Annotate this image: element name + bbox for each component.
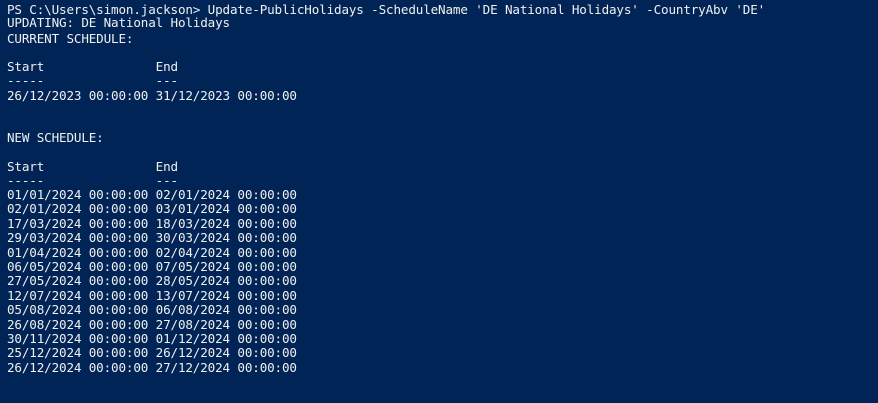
table-row: 26/08/2024 00:00:00 27/08/2024 00:00:00 xyxy=(7,316,297,332)
table-row: 01/04/2024 00:00:00 02/04/2024 00:00:00 xyxy=(7,244,297,260)
new-table-underline: ----- --- xyxy=(7,173,178,188)
table-row: 06/05/2024 00:00:00 07/05/2024 00:00:00 xyxy=(7,259,297,274)
current-table-underline: ----- --- xyxy=(7,73,178,88)
table-row: 17/03/2024 00:00:00 18/03/2024 00:00:00 xyxy=(7,215,297,231)
command-text: Update-PublicHolidays -ScheduleName 'DE … xyxy=(200,2,766,17)
updating-message: UPDATING: DE National Holidays xyxy=(7,15,230,30)
powershell-console[interactable]: PS C:\Users\simon.jackson> Update-Public… xyxy=(0,0,878,403)
table-row: 30/11/2024 00:00:00 01/12/2024 00:00:00 xyxy=(7,331,297,346)
table-row: 12/07/2024 00:00:00 13/07/2024 00:00:00 xyxy=(7,287,297,303)
table-row: 26/12/2023 00:00:00 31/12/2023 00:00:00 xyxy=(7,88,297,103)
new-schedule-label: NEW SCHEDULE: xyxy=(7,130,104,145)
table-row: 25/12/2024 00:00:00 26/12/2024 00:00:00 xyxy=(7,345,297,361)
table-row: 29/03/2024 00:00:00 30/03/2024 00:00:00 xyxy=(7,230,297,246)
current-table-header: Start End xyxy=(7,59,178,74)
table-row: 01/01/2024 00:00:00 02/01/2024 00:00:00 xyxy=(7,187,297,202)
new-table-header: Start End xyxy=(7,159,178,174)
current-schedule-label: CURRENT SCHEDULE: xyxy=(7,31,134,46)
table-row: 05/08/2024 00:00:00 06/08/2024 00:00:00 xyxy=(7,302,297,318)
table-row: 26/12/2024 00:00:00 27/12/2024 00:00:00 xyxy=(7,359,297,375)
table-row: 02/01/2024 00:00:00 03/01/2024 00:00:00 xyxy=(7,201,297,217)
table-row: 27/05/2024 00:00:00 28/05/2024 00:00:00 xyxy=(7,273,297,289)
